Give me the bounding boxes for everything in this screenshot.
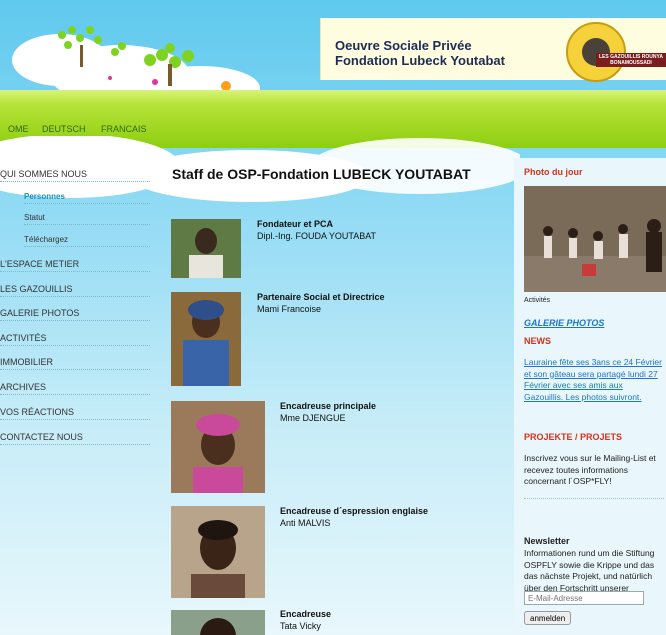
sidebar-item-contact[interactable]: CONTACTEZ NOUS	[0, 432, 150, 445]
news-heading: NEWS	[524, 336, 551, 346]
seal-caption: LES GAZOUILLIS ROUNYA BONAMOUSSADI	[596, 53, 666, 67]
photo-caption: Activités	[524, 297, 551, 304]
banner-line-2: Fondation Lubeck Youtabat	[335, 53, 505, 68]
divider	[524, 498, 664, 499]
sidebar-item-immobilier[interactable]: IMMOBILIER	[0, 357, 150, 370]
sidebar-item-galerie[interactable]: GALERIE PHOTOS	[0, 308, 150, 321]
banner-line-1: Oeuvre Sociale Privée	[335, 38, 472, 53]
nav-francais[interactable]: FRANCAIS	[101, 124, 147, 134]
site-header: Oeuvre Sociale Privée Fondation Lubeck Y…	[0, 0, 666, 100]
sidebar-item-qui-sommes-nous[interactable]: QUI SOMMES NOUS	[0, 169, 150, 182]
staff-photo	[171, 292, 241, 386]
nav-home[interactable]: OME	[8, 124, 29, 134]
projekte-text: Inscrivez vous sur le Mailing-List et re…	[524, 453, 656, 486]
staff-photo	[171, 610, 265, 635]
staff-name: Dipl.-Ing. FOUDA YOUTABAT	[257, 231, 377, 241]
newsletter-heading: Newsletter	[524, 536, 570, 546]
sidebar-item-activites[interactable]: ACTIVITÉS	[0, 333, 150, 346]
staff-name: Anti MALVIS	[280, 518, 331, 528]
sidebar-item-statut[interactable]: Statut	[24, 213, 150, 225]
staff-name: Mami Francoise	[257, 304, 322, 314]
subscribe-button[interactable]: anmelden	[524, 611, 572, 625]
staff-role: Fondateur et PCA	[257, 219, 334, 229]
staff-name: Mme DJENGUE	[280, 413, 346, 423]
staff-name: Tata Vicky	[280, 621, 321, 631]
email-input[interactable]	[524, 591, 644, 605]
photo-du-jour-heading: Photo du jour	[524, 167, 583, 177]
sidebar-item-telechargez[interactable]: Téléchargez	[24, 235, 150, 247]
sidebar-item-reactions[interactable]: VOS RÉACTIONS	[0, 407, 150, 420]
seal-logo	[566, 22, 626, 82]
staff-role: Encadreuse d´espression englaise	[280, 506, 429, 516]
staff-photo	[171, 506, 265, 598]
galerie-photos-link[interactable]: GALERIE PHOTOS	[524, 318, 664, 330]
projekte-heading: PROJEKTE / PROJETS	[524, 432, 623, 442]
staff-photo	[171, 401, 265, 493]
sidebar-item-personnes[interactable]: Personnes	[24, 192, 150, 204]
staff-role: Partenaire Social et Directrice	[257, 292, 385, 302]
tree-decoration	[12, 26, 260, 100]
banner: Oeuvre Sociale Privée Fondation Lubeck Y…	[320, 18, 666, 82]
staff-photo	[171, 219, 241, 278]
page-title: Staff de OSP-Fondation LUBECK YOUTABAT	[172, 166, 471, 182]
sidebar-item-archives[interactable]: ARCHIVES	[0, 382, 150, 395]
staff-role: Encadreuse	[280, 609, 332, 619]
news-link[interactable]: Lauraine fête ses 3ans ce 24 Février et …	[524, 357, 664, 403]
photo-du-jour-image[interactable]	[524, 186, 666, 292]
sidebar-item-gazouillis[interactable]: LES GAZOUILLIS	[0, 284, 150, 297]
nav-deutsch[interactable]: DEUTSCH	[42, 124, 86, 134]
sidebar-item-espace-metier[interactable]: L'ESPACE METIER	[0, 259, 150, 272]
staff-role: Encadreuse principale	[280, 401, 377, 411]
